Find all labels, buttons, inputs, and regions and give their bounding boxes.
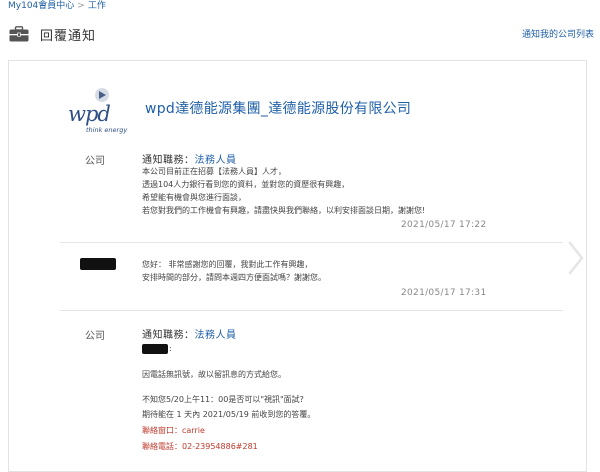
message-sender: 公司 [85, 156, 105, 167]
logo-tagline: think energy [86, 126, 127, 134]
message-line: 希望能有機會與您進行面談， [142, 193, 246, 202]
message-divider [60, 242, 563, 243]
message-line: 您好： 非常感謝您的回覆，我對此工作有興趣， [142, 260, 313, 269]
company-name-link[interactable]: wpd達德能源集團_達德能源股份有限公司 [145, 98, 411, 118]
breadcrumb-root-link[interactable]: My104會員中心 [8, 1, 74, 11]
contact-person: 聯絡窗口：carrie [142, 426, 205, 435]
message-line: 透過104人力銀行看到您的資料，並對您的資歷很有興趣， [142, 180, 350, 189]
message-divider [60, 310, 563, 311]
contact-phone: 聯絡電話：02-23954886#281 [142, 442, 258, 451]
page-title: 回覆通知 [40, 29, 97, 44]
message-line: 不知您5/20上午11：00是否可以"視訊"面試? [142, 395, 304, 404]
breadcrumb: My104會員中心 > 工作 [8, 0, 106, 12]
message-timestamp: 2021/05/17 17:22 [401, 220, 487, 230]
notice-title: 通知職務：法務人員 [142, 151, 237, 166]
greeting-colon: : [169, 344, 172, 353]
notice-title-prefix: 通知職務： [142, 330, 195, 341]
message-line: 若您對我們的工作機會有興趣，請盡快與我們聯絡，以利安排面談日期，謝謝您! [142, 206, 426, 215]
message-timestamp: 2021/05/17 17:31 [401, 288, 487, 298]
logo-text: wpd [68, 102, 110, 126]
message-line: 本公司目前正在招募【法務人員】人才， [142, 167, 286, 176]
notice-title: 通知職務：法務人員 [142, 326, 237, 341]
breadcrumb-separator: > [77, 1, 85, 11]
chevron-right-icon[interactable] [566, 241, 586, 275]
redacted-recipient-name [142, 344, 168, 354]
job-title-link[interactable]: 法務人員 [195, 330, 237, 341]
breadcrumb-current-link[interactable]: 工作 [88, 1, 106, 11]
page-header: 回覆通知 通知我的公司列表 [0, 14, 600, 56]
redacted-user-name [80, 258, 116, 270]
message-line: 因電話無訊號，故以留訊息的方式給您。 [142, 370, 286, 379]
briefcase-icon [9, 26, 29, 42]
message-line: 期待能在 1 天內 2021/05/19 前收到您的答覆。 [142, 410, 316, 419]
company-logo: wpd think energy [68, 88, 127, 134]
message-line: 安排時間的部分，請問本週四方便面試嗎？謝謝您。 [142, 273, 326, 282]
company-list-link[interactable]: 通知我的公司列表 [522, 27, 594, 40]
message-sender: 公司 [85, 331, 105, 342]
